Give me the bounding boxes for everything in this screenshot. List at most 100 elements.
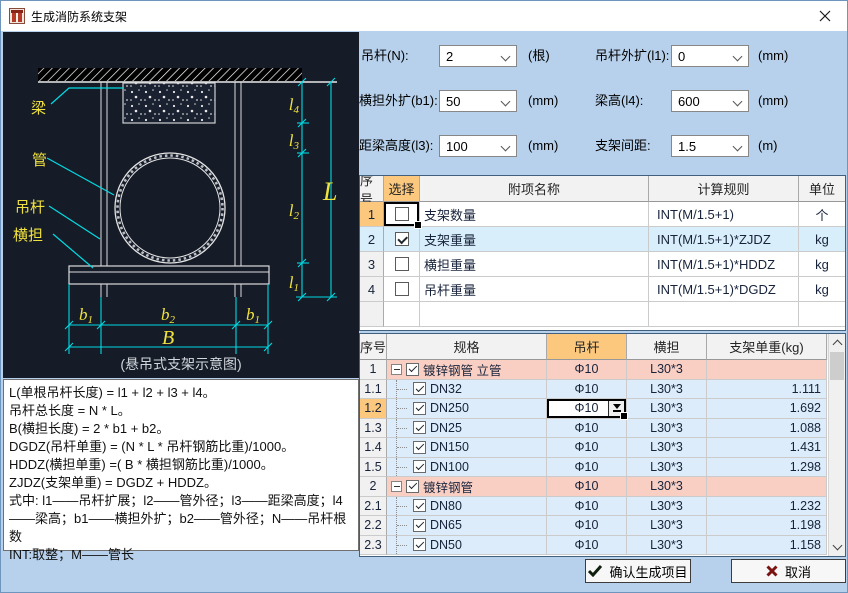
hanger-cell[interactable]: Φ10	[547, 516, 627, 536]
checkbox[interactable]	[413, 421, 426, 434]
hanger-cell[interactable]: Φ10	[547, 477, 627, 497]
spec-cell[interactable]: DN80	[387, 497, 547, 517]
checkbox[interactable]	[413, 441, 426, 454]
checkbox[interactable]	[395, 257, 409, 271]
scroll-down-icon[interactable]	[829, 539, 845, 556]
hanger-cell[interactable]: Φ10	[547, 497, 627, 517]
checkbox[interactable]	[395, 232, 409, 246]
row-no[interactable]: 1.4	[360, 438, 387, 458]
row-no[interactable]: 2	[360, 227, 384, 252]
spec-cell[interactable]: DN65	[387, 516, 547, 536]
checkbox[interactable]	[413, 499, 426, 512]
vertical-scrollbar[interactable]	[828, 334, 845, 556]
hanger-count-combobox[interactable]: 2	[439, 45, 517, 67]
collapse-icon[interactable]	[391, 481, 402, 492]
checkbox[interactable]	[406, 363, 419, 376]
hanger-cell[interactable]: Φ10	[547, 458, 627, 478]
item-name-cell[interactable]: 吊杆重量	[420, 277, 649, 302]
row-no[interactable]: 1	[360, 202, 384, 227]
spec-cell[interactable]: DN25	[387, 419, 547, 439]
crossarm-cell[interactable]: L30*3	[627, 419, 707, 439]
checkbox[interactable]	[413, 538, 426, 551]
row-no[interactable]: 1	[360, 360, 387, 380]
select-cell[interactable]	[384, 277, 420, 302]
row-no[interactable]: 2.3	[360, 536, 387, 556]
checkbox[interactable]	[413, 382, 426, 395]
hanger-ext-combobox[interactable]: 0	[671, 45, 749, 67]
rule-cell[interactable]: INT(M/1.5+1)*DGDZ	[649, 277, 799, 302]
beam-distance-combobox[interactable]: 100	[439, 135, 517, 157]
spec-cell[interactable]: DN50	[387, 536, 547, 556]
rule-cell[interactable]: INT(M/1.5+1)*ZJDZ	[649, 227, 799, 252]
unit-cell[interactable]: kg	[799, 227, 845, 252]
select-cell[interactable]	[384, 202, 420, 227]
unit-cell[interactable]: 个	[799, 202, 845, 227]
weight-cell[interactable]: 1.111	[707, 380, 827, 400]
weight-cell[interactable]	[707, 477, 827, 497]
row-no[interactable]: 2.2	[360, 516, 387, 536]
crossarm-cell[interactable]: L30*3	[627, 438, 707, 458]
rule-cell[interactable]: INT(M/1.5+1)	[649, 202, 799, 227]
scrollbar-thumb[interactable]	[830, 352, 844, 380]
row-no[interactable]: 2.1	[360, 497, 387, 517]
row-no[interactable]: 1.2	[360, 399, 387, 419]
weight-cell[interactable]: 1.198	[707, 516, 827, 536]
crossarm-cell[interactable]: L30*3	[627, 477, 707, 497]
row-no[interactable]: 4	[360, 277, 384, 302]
row-no[interactable]: 2	[360, 477, 387, 497]
weight-cell[interactable]: 1.298	[707, 458, 827, 478]
weight-cell[interactable]: 1.158	[707, 536, 827, 556]
select-cell[interactable]	[384, 227, 420, 252]
spec-cell[interactable]: 镀锌钢管 立管	[387, 360, 547, 380]
spec-cell[interactable]: 镀锌钢管	[387, 477, 547, 497]
checkbox[interactable]	[413, 460, 426, 473]
spec-cell[interactable]: DN100	[387, 458, 547, 478]
hanger-cell[interactable]: Φ10	[547, 380, 627, 400]
hanger-cell[interactable]: Φ10	[547, 438, 627, 458]
hanger-cell[interactable]: Φ10	[547, 536, 627, 556]
crossarm-cell[interactable]: L30*3	[627, 536, 707, 556]
checkbox[interactable]	[395, 282, 409, 296]
row-no[interactable]: 3	[360, 252, 384, 277]
hanger-cell[interactable]: Φ10	[547, 360, 627, 380]
beam-height-combobox[interactable]: 600	[671, 90, 749, 112]
hanger-cell[interactable]: Φ10	[547, 419, 627, 439]
item-name-cell[interactable]: 支架重量	[420, 227, 649, 252]
unit-cell[interactable]: kg	[799, 277, 845, 302]
weight-cell[interactable]: 1.692	[707, 399, 827, 419]
item-name-cell[interactable]: 支架数量	[420, 202, 649, 227]
confirm-button[interactable]: 确认生成项目	[585, 559, 691, 583]
crossarm-ext-combobox[interactable]: 50	[439, 90, 517, 112]
support-spacing-combobox[interactable]: 1.5	[671, 135, 749, 157]
rule-cell[interactable]: INT(M/1.5+1)*HDDZ	[649, 252, 799, 277]
spec-cell[interactable]: DN32	[387, 380, 547, 400]
checkbox[interactable]	[395, 207, 409, 221]
checkbox[interactable]	[413, 519, 426, 532]
crossarm-cell[interactable]: L30*3	[627, 380, 707, 400]
cell-editor[interactable]: Φ10	[547, 399, 626, 418]
close-button[interactable]	[802, 1, 847, 30]
crossarm-cell[interactable]: L30*3	[627, 360, 707, 380]
scroll-up-icon[interactable]	[829, 334, 845, 351]
row-no[interactable]: 1.5	[360, 458, 387, 478]
item-name-cell[interactable]: 横担重量	[420, 252, 649, 277]
row-no[interactable]: 1.3	[360, 419, 387, 439]
collapse-icon[interactable]	[391, 364, 402, 375]
weight-cell[interactable]: 1.431	[707, 438, 827, 458]
unit-cell[interactable]: kg	[799, 252, 845, 277]
select-cell[interactable]	[384, 252, 420, 277]
checkbox[interactable]	[413, 402, 426, 415]
spec-cell[interactable]: DN150	[387, 438, 547, 458]
crossarm-cell[interactable]: L30*3	[627, 458, 707, 478]
spec-cell[interactable]: DN250	[387, 399, 547, 419]
hanger-cell-editing[interactable]: Φ10	[547, 399, 627, 419]
weight-cell[interactable]: 1.232	[707, 497, 827, 517]
weight-cell[interactable]	[707, 360, 827, 380]
crossarm-cell[interactable]: L30*3	[627, 516, 707, 536]
row-no[interactable]: 1.1	[360, 380, 387, 400]
dropdown-button[interactable]	[608, 401, 624, 416]
crossarm-cell[interactable]: L30*3	[627, 497, 707, 517]
cancel-button[interactable]: 取消	[731, 559, 846, 583]
checkbox[interactable]	[406, 480, 419, 493]
crossarm-cell[interactable]: L30*3	[627, 399, 707, 419]
